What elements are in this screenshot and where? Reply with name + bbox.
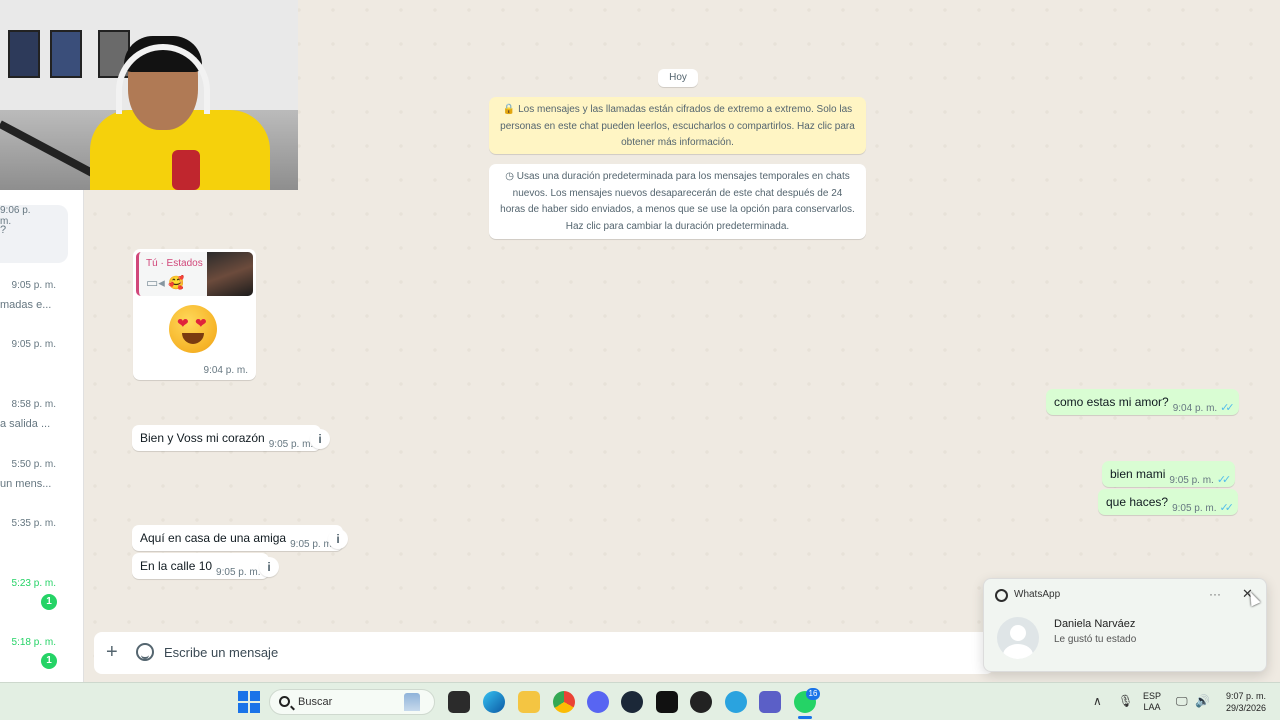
toast-body: Le gustó tu estado [1054,634,1137,645]
clock-time: 9:07 p. m. [1225,691,1266,701]
chat-time: 8:58 p. m. [11,399,56,410]
discord-icon[interactable] [587,691,609,713]
message-time: 9:04 p. m. [203,365,248,376]
message-time: 9:05 p. m. [1169,475,1214,486]
toast-app-name: WhatsApp [1014,589,1061,600]
edge-icon[interactable] [483,691,505,713]
chat-time: 9:05 p. m. [11,280,56,291]
message-text: como estas mi amor? [1054,395,1169,409]
folder-icon[interactable] [518,691,540,713]
chat-list-item[interactable]: 9:05 p. m. madas e... [0,280,84,338]
chat-list-item[interactable]: 5:35 p. m. [0,518,84,576]
search-placeholder: Buscar [298,696,333,708]
outgoing-message[interactable]: que haces? 9:05 p. m. ✓✓ [1098,489,1238,515]
chat-time: 9:05 p. m. [11,339,56,350]
date-chip: Hoy [658,69,698,87]
avatar [997,617,1039,659]
microphone-icon[interactable]: 🎙 [1118,694,1133,708]
status-quote-title: Tú · Estados [146,258,203,269]
steam-icon[interactable] [621,691,643,713]
telegram-icon[interactable] [725,691,747,713]
language-indicator[interactable]: ESP LAA [1143,691,1161,720]
message-text: que haces? [1106,495,1169,509]
outgoing-message[interactable]: como estas mi amor? 9:04 p. m. ✓✓ [1046,389,1239,415]
chat-time: 5:18 p. m. [11,637,56,648]
chat-list-item[interactable]: 5:23 p. m. 1 [0,578,84,636]
chat-preview: madas e... [0,299,52,311]
task-view-icon[interactable] [448,691,470,713]
chat-time: 5:35 p. m. [11,518,56,529]
status-quote[interactable]: Tú · Estados ▭◂ 🥰 [136,252,253,296]
chat-time: 5:23 p. m. [11,578,56,589]
lang-line2: LAA [1143,702,1161,712]
search-highlight-icon [404,693,420,711]
tiktok-icon[interactable] [656,691,678,713]
chat-preview: a salida ... [0,418,51,430]
video-icon: ▭◂ 🥰 [146,275,185,290]
message-time: 9:05 p. m. [216,567,261,578]
message-time: 9:05 p. m. [1172,503,1217,514]
clock-date: 29/3/2026 [1225,703,1266,713]
windows-start-icon[interactable] [238,691,260,713]
chat-preview: un mens... [0,478,52,490]
unread-badge: 1 [41,653,57,669]
chat-time: 5:50 p. m. [11,459,56,470]
heart-eyes-emoji-icon: ❤ ❤ [169,305,217,353]
recorder-icon[interactable] [690,691,712,713]
message-text: Aquí en casa de una amiga [140,531,287,545]
incoming-message[interactable]: En la calle 10 9:05 p. m. [132,553,269,579]
read-ticks-icon: ✓✓ [1216,474,1232,486]
attach-plus-icon[interactable]: + [106,640,118,664]
read-ticks-icon: ✓✓ [1219,502,1235,514]
network-icon[interactable]: 🖵 [1176,694,1188,709]
chat-list: 9:06 p. m. ? 9:05 p. m. madas e... 9:05 … [0,190,84,682]
message-info-icon[interactable]: i [259,557,279,577]
chrome-icon[interactable] [553,691,575,713]
clock[interactable]: 9:07 p. m. 29/3/2026 [1216,690,1266,720]
tray-overflow-icon[interactable]: ∧ [1093,694,1102,708]
teams-icon[interactable] [759,691,781,713]
whatsapp-icon [995,589,1008,602]
webcam-overlay [0,0,298,190]
message-text: bien mami [1110,467,1166,481]
message-time: 9:05 p. m. [268,439,314,450]
message-text: En la calle 10 [140,559,213,573]
status-reply-message[interactable]: Tú · Estados ▭◂ 🥰 ❤ ❤ 9:04 p. m. [133,249,256,380]
notification-toast[interactable]: WhatsApp ··· ✕ Daniela Narváez Le gustó … [983,578,1267,672]
message-text: Bien y Voss mi corazón [140,431,265,445]
outgoing-message[interactable]: bien mami 9:05 p. m. ✓✓ [1102,461,1236,487]
read-ticks-icon: ✓✓ [1220,402,1235,414]
encryption-notice[interactable]: 🔒 Los mensajes y las llamadas están cifr… [489,97,866,154]
search-icon [279,696,290,707]
message-info-icon[interactable]: i [310,429,330,449]
chat-list-item[interactable]: 9:05 p. m. [0,339,84,397]
unread-badge: 1 [41,594,57,610]
chat-list-item[interactable]: 9:06 p. m. ? [0,205,68,263]
toast-sender: Daniela Narváez [1054,618,1136,630]
chat-preview: ? [0,224,7,236]
message-info-icon[interactable]: i [328,529,348,549]
chat-list-item[interactable]: 5:50 p. m. un mens... [0,459,84,517]
message-input[interactable] [164,640,964,664]
incoming-message[interactable]: Bien y Voss mi corazón 9:05 p. m. [132,425,322,451]
temporary-messages-notice[interactable]: ◷ Usas una duración predeterminada para … [489,164,866,239]
chat-list-item[interactable]: 8:58 p. m. a salida ... [0,399,84,457]
lang-line1: ESP [1143,691,1162,701]
whatsapp-unread-badge: 16 [806,688,820,700]
incoming-message[interactable]: Aquí en casa de una amiga 9:05 p. m. [132,525,343,551]
sticker-icon[interactable] [136,643,154,661]
status-thumbnail [207,252,253,296]
volume-icon[interactable]: 🔊 [1195,694,1210,708]
message-composer: + [94,632,994,674]
message-time: 9:04 p. m. [1172,403,1218,414]
more-options-icon[interactable]: ··· [1209,587,1221,601]
taskbar-search[interactable]: Buscar [269,689,435,715]
taskbar: Buscar ∧ 🎙 ESP LAA 🖵 🔊 9:07 p. m. 29/3/2… [0,682,1280,720]
active-app-indicator [798,716,812,719]
